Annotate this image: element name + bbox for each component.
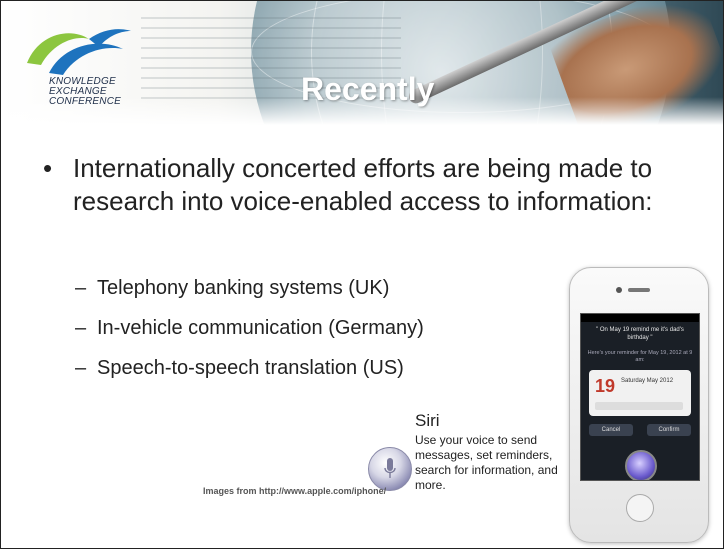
image-credit: Images from http://www.apple.com/iphone/ <box>203 486 387 496</box>
siri-microphone-icon <box>368 447 412 491</box>
dash-icon: – <box>75 357 87 379</box>
screen-message: " On May 19 remind me it's dad's birthda… <box>596 327 684 341</box>
dash-icon: – <box>75 277 87 299</box>
phone-screen: " On May 19 remind me it's dad's birthda… <box>580 313 700 481</box>
camera-icon <box>616 287 622 293</box>
slide-title: Recently <box>301 71 435 107</box>
iphone-image: " On May 19 remind me it's dad's birthda… <box>569 267 709 543</box>
slide: KNOWLEDGE EXCHANGE CONFERENCE Recently •… <box>0 0 724 549</box>
dash-icon: – <box>75 317 87 339</box>
screen-reply: Here's your reminder for May 19, 2012 at… <box>587 350 693 363</box>
confirm-button: Confirm <box>647 424 691 436</box>
sub-bullet: – Speech-to-speech translation (US) <box>75 357 404 379</box>
sub-bullet: – Telephony banking systems (UK) <box>75 277 390 299</box>
main-bullet-text: Internationally concerted efforts are be… <box>73 153 653 216</box>
conference-logo: KNOWLEDGE EXCHANGE CONFERENCE <box>19 19 159 111</box>
reminder-card: 19 Saturday May 2012 <box>589 370 691 416</box>
bullet-dot-icon: • <box>43 153 53 183</box>
screen-mic-icon <box>625 450 657 480</box>
cancel-button: Cancel <box>589 424 633 436</box>
header-banner: KNOWLEDGE EXCHANGE CONFERENCE Recently <box>1 1 723 125</box>
sub-bullet: – In-vehicle communication (Germany) <box>75 317 424 339</box>
reminder-date: Saturday May 2012 <box>621 378 674 384</box>
reminder-day: 19 <box>595 376 616 396</box>
siri-description: Use your voice to send messages, set rem… <box>415 433 558 492</box>
home-button-icon <box>626 494 654 522</box>
speaker-icon <box>628 288 650 292</box>
siri-title: Siri <box>415 411 440 430</box>
logo-text: KNOWLEDGE EXCHANGE CONFERENCE <box>49 76 122 107</box>
